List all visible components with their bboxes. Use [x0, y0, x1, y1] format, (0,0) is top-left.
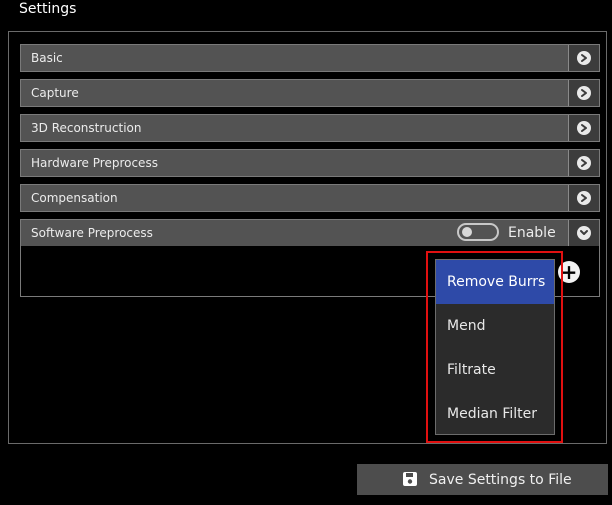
save-button-label: Save Settings to File — [429, 472, 572, 488]
section-software-preprocess[interactable]: Software Preprocess Enable — [20, 219, 600, 247]
section-label: Capture — [31, 86, 79, 100]
chevron-right-icon[interactable] — [568, 45, 599, 71]
section-label: Hardware Preprocess — [31, 156, 158, 170]
menu-item-filtrate[interactable]: Filtrate — [436, 348, 554, 392]
save-settings-button[interactable]: Save Settings to File — [357, 464, 608, 495]
section-hardware-preprocess[interactable]: Hardware Preprocess — [20, 149, 600, 177]
menu-item-mend[interactable]: Mend — [436, 304, 554, 348]
chevron-down-icon[interactable] — [568, 220, 599, 246]
section-compensation[interactable]: Compensation — [20, 184, 600, 212]
section-label: 3D Reconstruction — [31, 121, 142, 135]
floppy-disk-icon — [403, 472, 417, 486]
chevron-right-icon[interactable] — [568, 185, 599, 211]
section-label: Compensation — [31, 191, 118, 205]
menu-item-median-filter[interactable]: Median Filter — [436, 392, 554, 436]
menu-item-remove-burrs[interactable]: Remove Burrs — [436, 260, 554, 304]
chevron-right-icon[interactable] — [568, 115, 599, 141]
enable-toggle[interactable] — [457, 223, 499, 241]
section-basic[interactable]: Basic — [20, 44, 600, 72]
chevron-right-icon[interactable] — [568, 80, 599, 106]
section-3d-reconstruction[interactable]: 3D Reconstruction — [20, 114, 600, 142]
section-label: Software Preprocess — [31, 226, 153, 240]
toggle-knob — [462, 227, 472, 237]
enable-label: Enable — [508, 225, 556, 241]
section-label: Basic — [31, 51, 63, 65]
chevron-right-icon[interactable] — [568, 150, 599, 176]
section-capture[interactable]: Capture — [20, 79, 600, 107]
settings-title: Settings — [19, 1, 77, 17]
preprocess-dropdown-menu: Remove Burrs Mend Filtrate Median Filter — [435, 259, 555, 435]
